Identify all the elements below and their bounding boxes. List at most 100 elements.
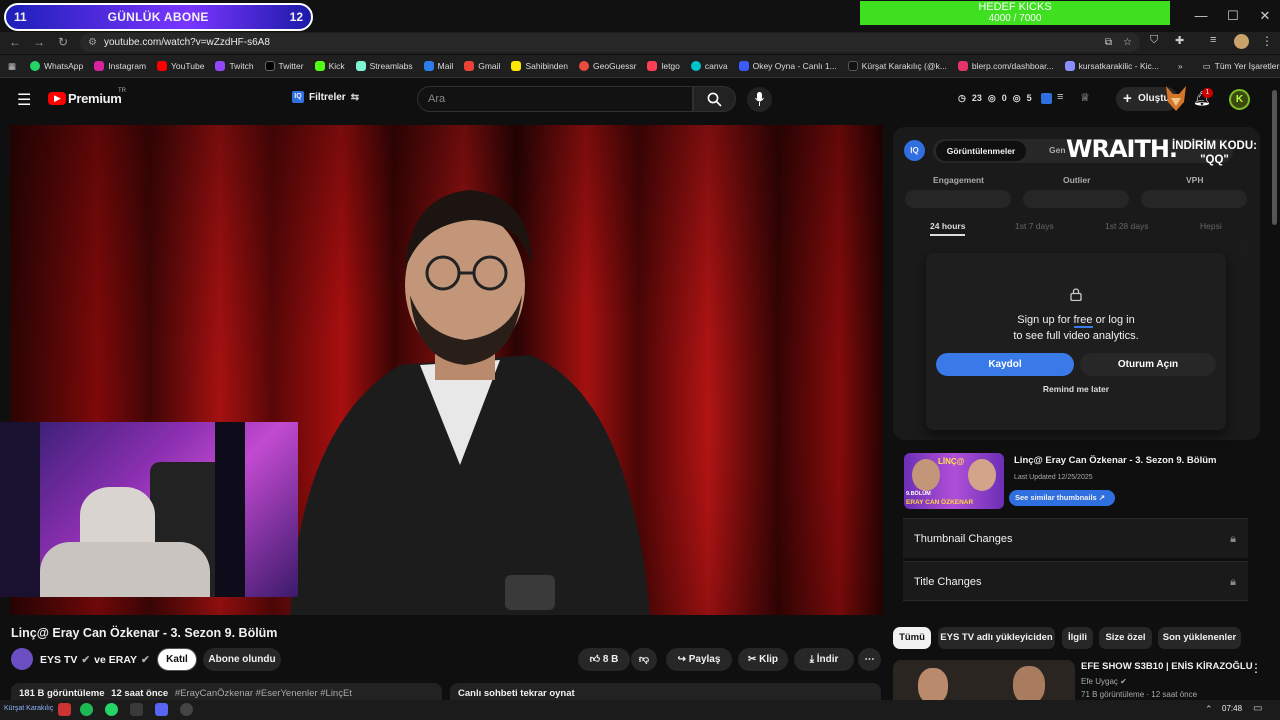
account-avatar[interactable]: K [1229,89,1250,110]
chip-recent[interactable]: Son yüklenenler [1158,627,1241,649]
bookmark-streamlabs[interactable]: Streamlabs [355,61,413,71]
browser-menu-icon[interactable]: ⋮ [1261,34,1273,50]
checklist-icon[interactable]: ≡ [1057,91,1063,103]
bookmark-twitter[interactable]: Twitter [264,61,304,71]
speaker-figure [290,190,650,615]
extensions-icon[interactable]: ✚ [1175,34,1189,50]
more-bookmarks-icon[interactable]: » [1178,61,1183,71]
share-button[interactable]: ↪ Paylaş [666,648,732,671]
page-scrollbar[interactable] [1272,90,1277,225]
url-input[interactable]: ⚙ youtube.com/watch?v=wZzdHF-s6A8 ⧉ ☆ [80,33,1140,52]
bookmark-sahibinden[interactable]: Sahibinden [511,61,568,71]
related-video-title[interactable]: EFE SHOW S3B10 | ENİS KİRAZOĞLU [1081,661,1253,672]
chip-from-uploader[interactable]: EYS TV adlı yükleyiciden [938,627,1055,649]
remind-later-link[interactable]: Remind me later [926,384,1226,394]
hamburger-menu-icon[interactable]: ☰ [17,90,31,110]
vidiq-icon: IQ [292,91,304,103]
related-video-thumbnail[interactable] [893,660,1075,702]
join-button[interactable]: Katıl [157,648,197,671]
free-link[interactable]: free [1073,314,1093,328]
voice-search-button[interactable] [747,87,772,112]
bookmark-tiktok[interactable]: Kürşat Karakılıç (@k... [847,61,947,71]
collab-channel-name[interactable]: ve ERAY [94,654,137,666]
chip-all[interactable]: Tümü [893,627,931,649]
cast-icon[interactable]: ⧉ [1105,33,1112,52]
signup-button[interactable]: Kaydol [936,353,1074,376]
channel-avatar[interactable] [11,648,33,670]
spotify-icon[interactable] [80,703,93,716]
back-icon[interactable]: ← [6,35,24,51]
filters-button[interactable]: IQ Filtreler ⇆ [292,91,359,103]
vidiq-stats: ◷ 23 ◎ 0 ◎ 5 [958,93,1032,103]
vidiq-toolbar-icon[interactable] [1041,93,1052,104]
bookmark-geoguessr[interactable]: GeoGuessr [578,61,636,71]
range-28d[interactable]: 1st 28 days [1105,221,1148,231]
bookmark-mail[interactable]: Mail [423,61,453,71]
range-all[interactable]: Hepsi [1200,221,1222,231]
bookmark-twitch[interactable]: Twitch [215,61,254,71]
related-video-channel[interactable]: Efe Uygaç ✔ [1081,677,1127,686]
chrome-icon[interactable] [130,703,143,716]
related-more-icon[interactable]: ⋮ [1250,661,1262,675]
subscribed-button[interactable]: Abone olundu [203,648,281,671]
clock-icon: ◷ [958,93,966,103]
bookmark-instagram[interactable]: Instagram [94,61,146,71]
tab-views[interactable]: Görüntülenmeler [936,141,1026,161]
range-24h[interactable]: 24 hours [930,221,966,236]
discord-icon[interactable] [155,703,168,716]
see-similar-thumbnails-button[interactable]: See similar thumbnails ↗ [1009,490,1116,506]
more-actions-button[interactable]: ⋯ [858,648,881,671]
youtube-logo-icon[interactable]: ▶ [48,92,66,105]
thumbnail-changes-row[interactable]: Thumbnail Changes 🔒︎ [903,518,1248,558]
youtube-premium-logo[interactable]: Premium [68,91,122,106]
bookmark-gmail[interactable]: Gmail [464,61,500,71]
bookmark-kick-channel[interactable]: kursatkarakilic - Kic... [1064,61,1159,71]
eye-icon: ◎ [1012,93,1021,103]
close-icon[interactable]: ✕ [1250,4,1280,28]
like-button[interactable]: 👍︎ 8 B [578,648,630,671]
thumbs-down-icon: 👎︎ [638,654,650,665]
bookmark-letgo[interactable]: letgo [647,61,680,71]
chip-related[interactable]: İlgili [1062,627,1093,649]
reload-icon[interactable]: ↻ [54,35,72,51]
site-info-icon[interactable]: ⚙ [88,33,97,52]
tab-gen[interactable]: Gen [1049,145,1066,155]
obs-icon[interactable] [180,703,193,716]
trophy-icon[interactable]: ♕ [1080,91,1090,104]
blerp-icon [957,61,968,71]
maximize-icon[interactable]: ☐ [1218,4,1248,28]
clip-button[interactable]: ✂ Klip [738,648,788,671]
all-bookmarks-folder[interactable]: ▭ Tüm Yer İşaretleri [1203,61,1280,72]
hashtags[interactable]: #ErayCanÖzkenar #EserYenenler #LinçEt [175,688,352,699]
channel-names[interactable]: EYS TV ✔ ve ERAY ✔ [40,654,150,666]
title-changes-row[interactable]: Title Changes 🔒︎ [903,561,1248,601]
taskbar-app-icon[interactable] [58,703,71,716]
search-input[interactable]: Ara [417,86,693,112]
download-button[interactable]: ⤓ İndir [794,648,854,671]
bookmark-okey[interactable]: Okey Oyna - Canlı 1... [738,61,837,71]
profile-avatar[interactable] [1234,34,1249,49]
minimize-icon[interactable]: — [1186,4,1216,28]
forward-icon[interactable]: → [30,35,48,51]
notification-center-icon[interactable]: ▭ [1253,703,1262,714]
shield-icon[interactable]: ⛉ [1150,34,1164,50]
kick-goal-bar: HEDEF KICKS 4000 / 7000 [860,1,1170,25]
dislike-button[interactable]: 👎︎ [631,648,657,671]
reading-list-icon[interactable]: ≡ [1210,34,1224,50]
channel-name[interactable]: EYS TV [40,654,77,666]
login-button[interactable]: Oturum Açın [1080,353,1216,376]
chip-for-you[interactable]: Size özel [1099,627,1152,649]
bookmark-star-icon[interactable]: ☆ [1123,33,1132,52]
bookmark-canva[interactable]: canva [690,61,728,71]
bookmark-whatsapp[interactable]: WhatsApp [30,61,83,71]
search-button[interactable] [693,86,736,112]
video-thumbnail[interactable]: LİNÇ@ 9.BÖLÜM ERAY CAN ÖZKENAR [904,453,1004,509]
metric-outlier-label: Outlier [1063,175,1091,185]
bookmark-youtube[interactable]: YouTube [157,61,204,71]
bookmark-kick[interactable]: Kick [314,61,345,71]
tray-chevron-icon[interactable]: ⌃ [1205,704,1213,715]
range-7d[interactable]: 1st 7 days [1015,221,1054,231]
bookmark-blerp[interactable]: blerp.com/dashboar... [957,61,1054,71]
whatsapp-taskbar-icon[interactable] [105,703,118,716]
apps-grid-icon[interactable]: ▦ [8,61,16,72]
